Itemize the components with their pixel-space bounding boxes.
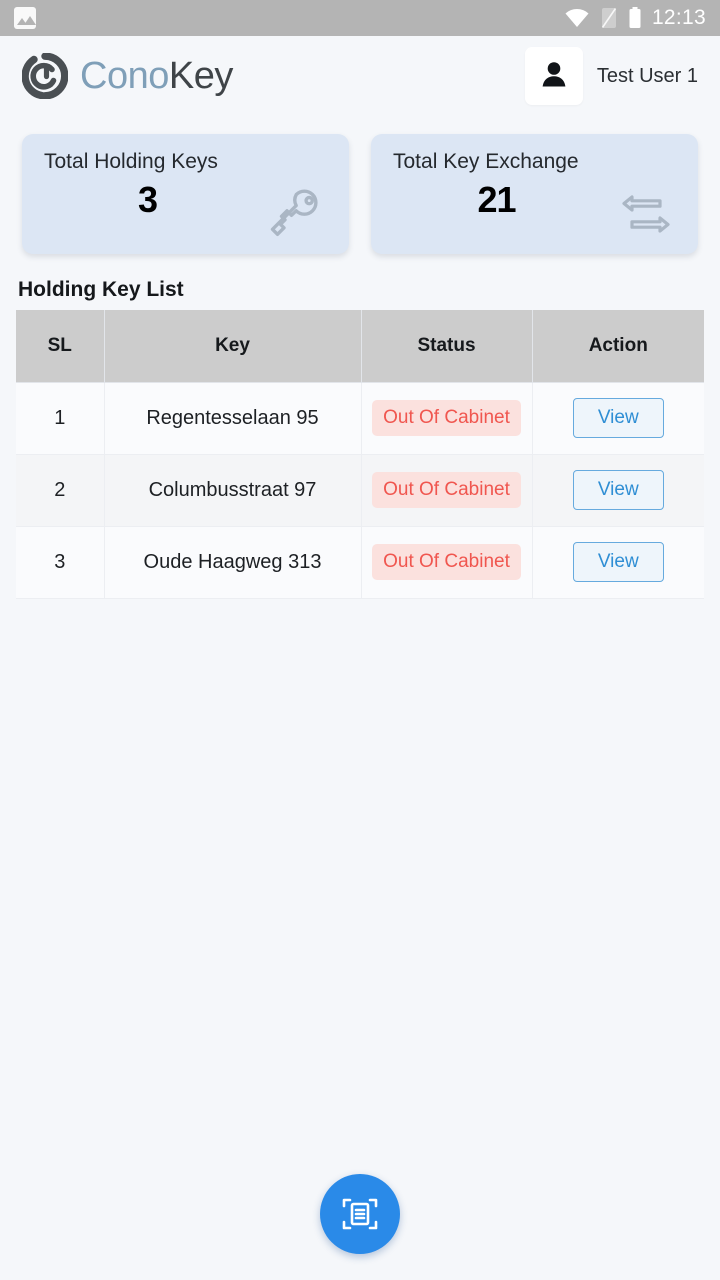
status-badge: Out Of Cabinet (372, 400, 521, 436)
exchange-arrows-icon (614, 186, 678, 242)
wifi-icon (564, 8, 590, 28)
avatar[interactable] (524, 47, 583, 105)
holding-key-table-wrapper: SL Key Status Action 1 Regentesselaan 95… (0, 310, 720, 599)
holding-key-table: SL Key Status Action 1 Regentesselaan 95… (16, 310, 704, 599)
table-header: SL Key Status Action (16, 310, 704, 383)
cell-sl: 1 (16, 381, 105, 455)
card-title: Total Key Exchange (393, 150, 579, 173)
card-title: Total Holding Keys (44, 150, 218, 173)
column-header-sl: SL (16, 310, 105, 383)
brand-text: ConoKey (80, 57, 233, 95)
view-button[interactable]: View (572, 542, 664, 582)
card-total-key-exchange[interactable]: Total Key Exchange 21 (371, 134, 698, 254)
conokey-logo-icon (21, 52, 69, 100)
cell-key: Columbusstraat 97 (103, 453, 362, 527)
table-body: 1 Regentesselaan 95 Out Of Cabinet View … (16, 381, 704, 599)
section-title: Holding Key List (18, 278, 184, 301)
table-header-row: SL Key Status Action (16, 310, 704, 383)
key-icon (265, 186, 329, 242)
column-header-key: Key (103, 310, 362, 383)
cell-status: Out Of Cabinet (360, 381, 533, 455)
brand-logo[interactable]: ConoKey (21, 52, 233, 100)
status-bar-left (14, 7, 36, 29)
scan-fab-button[interactable] (320, 1174, 400, 1254)
table-row: 1 Regentesselaan 95 Out Of Cabinet View (16, 381, 704, 455)
brand-text-secondary: Key (168, 55, 233, 97)
status-bar-clock: 12:13 (651, 6, 706, 29)
signal-off-icon (600, 7, 618, 29)
cell-action: View (531, 525, 704, 599)
view-button[interactable]: View (572, 470, 664, 510)
user-name-label: Test User 1 (596, 64, 698, 87)
table-row: 2 Columbusstraat 97 Out Of Cabinet View (16, 453, 704, 527)
column-header-action: Action (531, 310, 704, 383)
battery-icon (628, 7, 642, 29)
app-screen: 12:13 ConoKey Test User 1 Total Holding … (0, 0, 720, 1280)
cell-action: View (531, 381, 704, 455)
user-menu[interactable]: Test User 1 (524, 47, 698, 105)
summary-cards: Total Holding Keys 3 Total Key Exchange … (0, 116, 720, 254)
cell-status: Out Of Cabinet (360, 453, 533, 527)
view-button[interactable]: View (572, 398, 664, 438)
card-total-holding-keys[interactable]: Total Holding Keys 3 (22, 134, 349, 254)
cell-status: Out Of Cabinet (360, 525, 533, 599)
table-row: 3 Oude Haagweg 313 Out Of Cabinet View (16, 525, 704, 599)
status-badge: Out Of Cabinet (372, 472, 521, 508)
cell-sl: 2 (16, 453, 105, 527)
status-bar: 12:13 (0, 0, 720, 36)
status-badge: Out Of Cabinet (372, 544, 521, 580)
cell-action: View (531, 453, 704, 527)
scan-document-icon (340, 1194, 380, 1234)
cell-key: Oude Haagweg 313 (103, 525, 362, 599)
cell-sl: 3 (16, 525, 105, 599)
status-bar-right: 12:13 (564, 6, 706, 30)
app-header: ConoKey Test User 1 (0, 36, 720, 116)
person-icon (537, 57, 571, 96)
cell-key: Regentesselaan 95 (103, 381, 362, 455)
photo-icon (14, 7, 36, 29)
brand-text-primary: Cono (80, 55, 169, 97)
column-header-status: Status (360, 310, 533, 383)
